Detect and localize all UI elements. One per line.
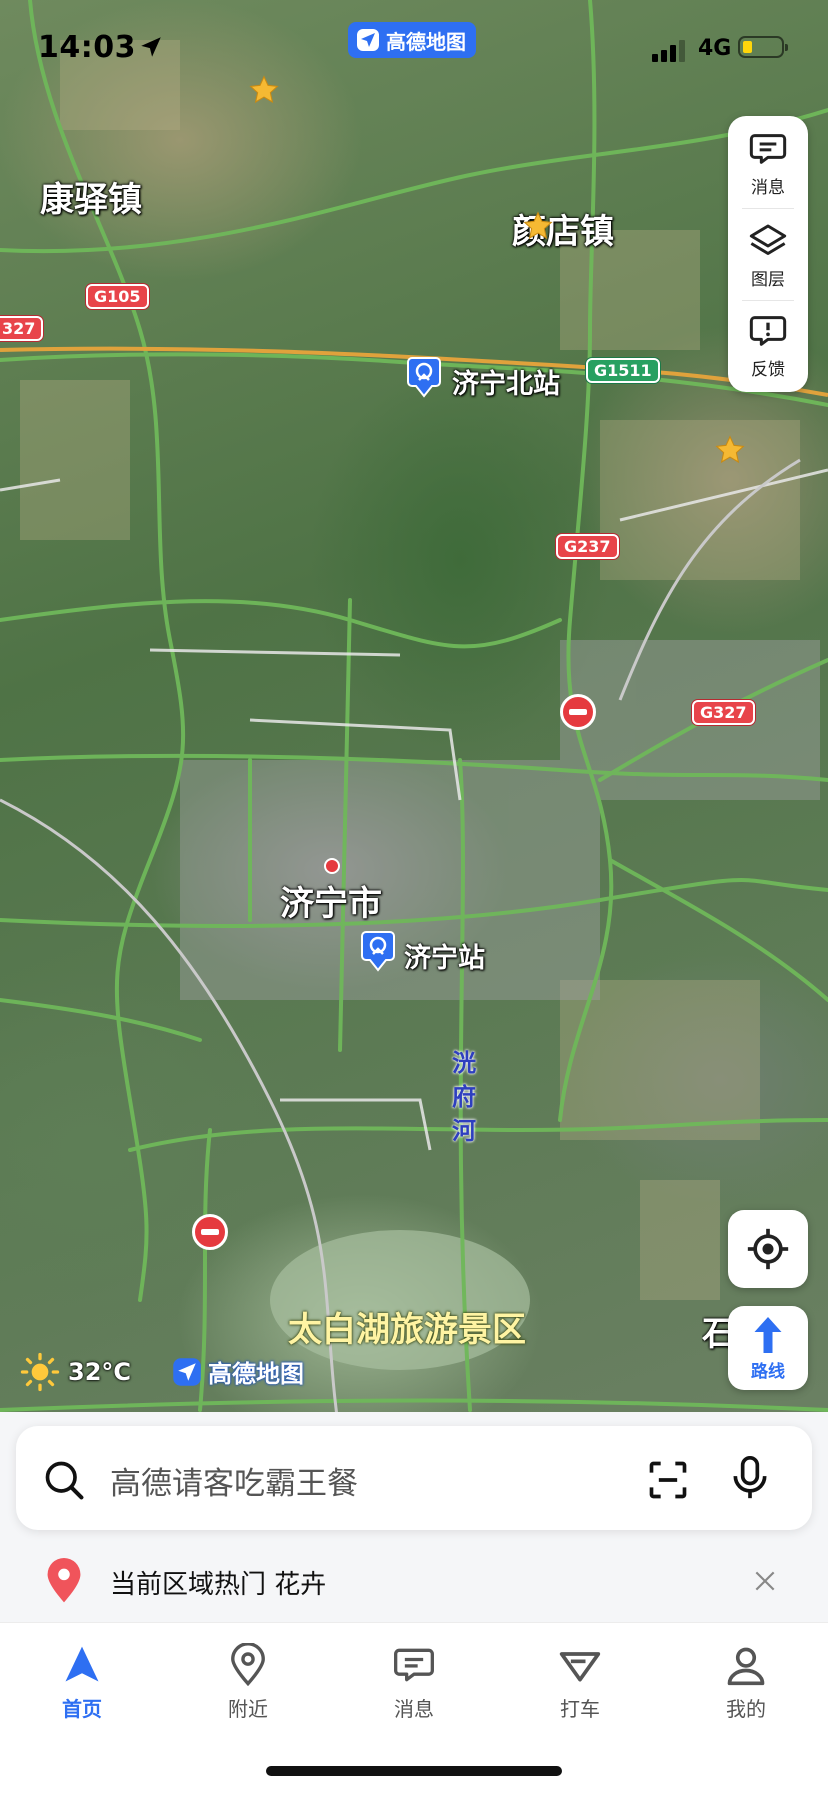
message-bubble-icon: [749, 133, 787, 164]
tab-home-label: 首页: [62, 1697, 102, 1721]
user-profile-icon: [727, 1647, 765, 1686]
road-shield-g327-left: 327: [0, 316, 44, 341]
city-center-dot: [324, 858, 340, 874]
search-bar[interactable]: 高德请客吃霸王餐: [16, 1426, 812, 1530]
feedback-tool-button[interactable]: 反馈: [728, 300, 808, 390]
cellular-signal-icon: [652, 40, 685, 62]
search-icon: [45, 1461, 84, 1500]
place-kangyi[interactable]: 康驿镇: [40, 172, 142, 221]
location-pin-icon: [47, 1558, 81, 1603]
star-poi-icon[interactable]: [522, 210, 554, 242]
watermark-label: 高德地图: [208, 1360, 304, 1388]
feedback-icon: [749, 315, 787, 346]
battery-icon: [738, 36, 788, 58]
road-closure-icon[interactable]: [192, 1214, 228, 1250]
map-tools-panel: 消息 图层 反馈: [728, 116, 808, 392]
status-time: 14:03: [38, 30, 136, 65]
tab-nearby-label: 附近: [228, 1697, 268, 1721]
app-badge: 高德地图: [348, 22, 476, 58]
road-shield-g237: G237: [556, 534, 619, 559]
hot-topic-text: 当前区域热门 花卉: [110, 1570, 327, 1600]
road-closure-icon[interactable]: [560, 694, 596, 730]
place-jining-station[interactable]: 济宁站: [404, 936, 485, 975]
tab-mine[interactable]: 我的: [686, 1643, 806, 1722]
route-arrow-icon: [754, 1316, 782, 1353]
layers-icon: [749, 224, 787, 255]
divider: [742, 208, 794, 209]
layers-tool-button[interactable]: 图层: [728, 210, 808, 300]
location-arrow-icon: [141, 37, 161, 57]
train-station-pin-icon[interactable]: [406, 356, 442, 398]
search-placeholder[interactable]: 高德请客吃霸王餐: [110, 1458, 358, 1503]
close-icon[interactable]: [752, 1568, 778, 1594]
messages-tool-button[interactable]: 消息: [728, 118, 808, 208]
tab-messages[interactable]: 消息: [354, 1643, 474, 1722]
message-bubble-icon: [394, 1648, 434, 1682]
place-jining-city[interactable]: 济宁市: [280, 876, 382, 925]
tab-home[interactable]: 首页: [22, 1643, 142, 1722]
amap-watermark: 高德地图: [172, 1354, 304, 1389]
app-badge-label: 高德地图: [386, 29, 466, 54]
feedback-tool-label: 反馈: [751, 359, 785, 380]
amap-logo-icon: [357, 29, 379, 51]
tab-mine-label: 我的: [726, 1697, 766, 1721]
place-taibai-lake[interactable]: 太白湖旅游景区: [288, 1302, 526, 1351]
network-type: 4G: [698, 36, 732, 61]
scan-icon[interactable]: [646, 1458, 690, 1502]
road-shield-g327-right: G327: [692, 700, 755, 725]
route-button-label: 路线: [751, 1361, 785, 1382]
amap-logo-icon: [173, 1357, 201, 1386]
hot-topic-banner[interactable]: 当前区域热门 花卉: [0, 1544, 828, 1620]
home-navigation-icon: [65, 1646, 99, 1682]
locate-me-button[interactable]: [728, 1210, 808, 1288]
crosshair-location-icon: [747, 1228, 789, 1270]
road-shield-g105: G105: [86, 284, 149, 309]
road-shield-g1511: G1511: [586, 358, 660, 383]
layers-tool-label: 图层: [751, 269, 785, 290]
nearby-pin-icon: [231, 1643, 265, 1687]
temperature: 32°C: [68, 1358, 132, 1386]
tab-messages-label: 消息: [394, 1697, 434, 1721]
home-indicator: [266, 1766, 562, 1776]
tab-taxi[interactable]: 打车: [520, 1643, 640, 1722]
taxi-icon: [559, 1652, 601, 1682]
map-view[interactable]: 康驿镇 颜店镇 济宁北站 济宁市 济宁站 洸府河 太白湖旅游景区 石桥镇 G10…: [0, 0, 828, 1440]
star-poi-icon[interactable]: [248, 74, 280, 106]
train-station-pin-icon[interactable]: [360, 930, 396, 972]
tab-taxi-label: 打车: [560, 1697, 600, 1721]
place-river[interactable]: 洸府河: [450, 1046, 478, 1148]
microphone-icon[interactable]: [728, 1454, 772, 1502]
place-jining-north-station[interactable]: 济宁北站: [452, 362, 560, 401]
weather-widget[interactable]: 32°C: [20, 1352, 131, 1392]
star-poi-icon[interactable]: [714, 434, 746, 466]
tab-nearby[interactable]: 附近: [188, 1643, 308, 1722]
sun-icon: [20, 1352, 60, 1392]
messages-tool-label: 消息: [751, 177, 785, 198]
route-button[interactable]: 路线: [728, 1306, 808, 1390]
